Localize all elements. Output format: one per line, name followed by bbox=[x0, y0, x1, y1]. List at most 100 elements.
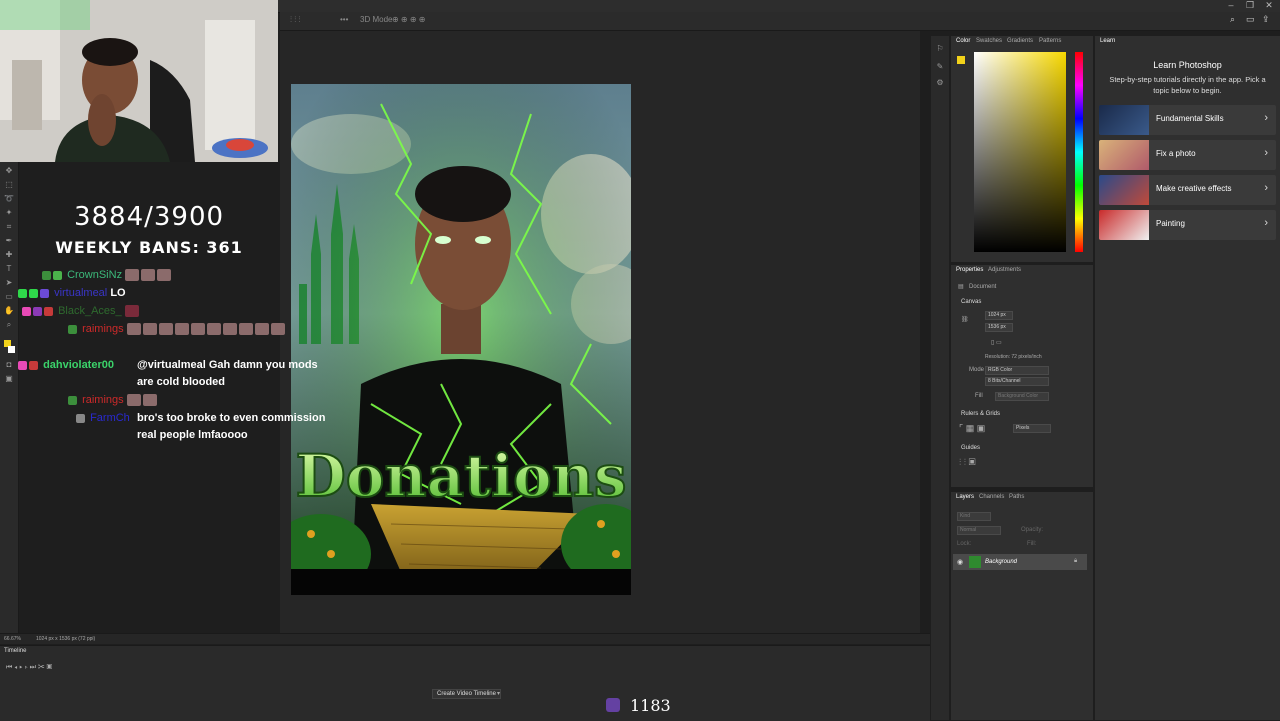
shape-tool-icon[interactable]: ▭ bbox=[4, 292, 14, 302]
viewer-count-number: 1183 bbox=[630, 696, 671, 715]
tab-layers[interactable]: Layers bbox=[956, 494, 974, 500]
learn-panel: Learn Learn Photoshop Step-by-step tutor… bbox=[1095, 36, 1280, 720]
chat-username[interactable]: Black_Aces_ bbox=[58, 305, 122, 317]
learn-subtitle: Step-by-step tutorials directly in the a… bbox=[1109, 75, 1266, 95]
tab-color[interactable]: Color bbox=[956, 38, 970, 44]
background-color-swatch[interactable] bbox=[8, 346, 15, 353]
guides-icon[interactable]: ⫶ ⫶ ▣ bbox=[959, 457, 976, 468]
restore-icon[interactable]: ❐ bbox=[1245, 0, 1255, 10]
chat-message: CrownSiNz bbox=[42, 267, 362, 284]
chevron-down-icon[interactable]: ▾ bbox=[497, 690, 500, 697]
tab-adjustments[interactable]: Adjustments bbox=[988, 267, 1021, 273]
path-select-tool-icon[interactable]: ➤ bbox=[4, 278, 14, 288]
learn-title: Learn Photoshop bbox=[1153, 60, 1222, 70]
quick-select-tool-icon[interactable]: ✦ bbox=[4, 208, 14, 218]
tab-gradients[interactable]: Gradients bbox=[1007, 38, 1033, 44]
blend-mode-select[interactable]: Normal bbox=[957, 526, 1001, 535]
fill-select[interactable]: Background Color bbox=[995, 392, 1049, 401]
learn-item-painting[interactable]: Painting › bbox=[1099, 210, 1276, 240]
layer-thumbnail bbox=[969, 556, 981, 568]
chat-username[interactable]: virtualmeal bbox=[54, 287, 107, 299]
timeline-panel: Timeline ⏮ ◂ ▸ ▹ ⏭ ✂ ▣ Create Video Time… bbox=[0, 645, 930, 721]
weekly-bans-counter: WEEKLY BANS: 361 bbox=[55, 238, 243, 257]
learn-thumb bbox=[1099, 175, 1149, 205]
type-tool-icon[interactable]: T bbox=[4, 264, 14, 274]
options-bar: ⫶ ⫶ ⫶ ••• 3D Mode ⊕ ⊕ ⊕ ⊕ ⌕ ▭ ⇪ bbox=[280, 12, 1280, 31]
learn-item-label: Make creative effects bbox=[1156, 184, 1232, 193]
height-field[interactable]: 1536 px bbox=[985, 323, 1013, 332]
gift-badge-icon bbox=[44, 306, 53, 316]
workspace-icon[interactable]: ▭ bbox=[1246, 14, 1255, 25]
tab-timeline[interactable]: Timeline bbox=[4, 648, 26, 654]
document-info[interactable]: 1024 px x 1536 px (72 ppi) bbox=[36, 636, 95, 642]
rulers-grids-label[interactable]: Rulers & Grids bbox=[961, 411, 1000, 417]
eyedropper-tool-icon[interactable]: ✒ bbox=[4, 236, 14, 246]
emote-icon bbox=[174, 323, 189, 336]
document-label: Document bbox=[969, 284, 997, 290]
chat-message: dahviolater00 @virtualmeal Gah damn you … bbox=[18, 357, 338, 388]
marquee-tool-icon[interactable]: ⬚ bbox=[4, 180, 14, 190]
tab-learn[interactable]: Learn bbox=[1100, 38, 1115, 44]
tab-swatches[interactable]: Swatches bbox=[976, 38, 1002, 44]
mode-select[interactable]: RGB Color bbox=[985, 366, 1049, 375]
emote-icon bbox=[222, 323, 237, 336]
canvas-section-label[interactable]: Canvas bbox=[961, 299, 981, 305]
history-icon[interactable]: ⚐ bbox=[935, 44, 945, 54]
opacity-label: Opacity: bbox=[1021, 527, 1044, 533]
color-picker-field[interactable] bbox=[974, 52, 1066, 252]
emote-icon bbox=[142, 323, 157, 336]
tab-paths[interactable]: Paths bbox=[1009, 494, 1024, 500]
foreground-color-chip[interactable] bbox=[957, 56, 965, 64]
3d-tools-icon[interactable]: ⊕ ⊕ ⊕ ⊕ bbox=[392, 15, 425, 24]
move-tool-icon[interactable]: ✥ bbox=[4, 166, 14, 176]
zoom-level[interactable]: 66.67% bbox=[4, 636, 21, 642]
document-canvas[interactable]: Donations bbox=[291, 84, 631, 595]
close-icon[interactable]: ✕ bbox=[1264, 0, 1274, 10]
layer-row-background[interactable]: ◉ Background 🔒︎ bbox=[953, 554, 1087, 570]
share-icon[interactable]: ⇪ bbox=[1262, 14, 1270, 25]
tab-channels[interactable]: Channels bbox=[979, 494, 1004, 500]
quick-mask-icon[interactable]: ◘ bbox=[4, 360, 14, 370]
units-select[interactable]: Pixels bbox=[1013, 424, 1051, 433]
learn-item-fundamental-skills[interactable]: Fundamental Skills › bbox=[1099, 105, 1276, 135]
width-field[interactable]: 1024 px bbox=[985, 311, 1013, 320]
hue-slider[interactable] bbox=[1075, 52, 1083, 252]
zoom-tool-icon[interactable]: ⌕ bbox=[4, 320, 14, 330]
emote-icon bbox=[141, 269, 156, 282]
eye-icon[interactable]: ◉ bbox=[957, 558, 963, 566]
learn-item-creative-effects[interactable]: Make creative effects › bbox=[1099, 175, 1276, 205]
tab-patterns[interactable]: Patterns bbox=[1039, 38, 1061, 44]
chat-username[interactable]: raimings bbox=[82, 323, 124, 335]
hand-tool-icon[interactable]: ✋ bbox=[4, 306, 14, 316]
ruler-icon[interactable]: ⌜ ▦ ▣ bbox=[959, 423, 985, 434]
properties-icon[interactable]: ⚙ bbox=[935, 78, 945, 88]
chat-username[interactable]: dahviolater00 bbox=[43, 359, 114, 371]
mod-badge-icon bbox=[18, 288, 27, 298]
guides-label[interactable]: Guides bbox=[961, 445, 980, 451]
minimize-icon[interactable]: – bbox=[1226, 0, 1236, 10]
brush-settings-icon[interactable]: ✎ bbox=[935, 62, 945, 72]
orientation-icon[interactable]: ▯ ▭ bbox=[991, 339, 1002, 346]
chat-username[interactable]: raimings bbox=[82, 394, 124, 406]
search-icon[interactable]: ⌕ bbox=[1230, 14, 1235, 25]
lock-label: Lock: bbox=[957, 541, 972, 547]
document-icon: ▤ bbox=[958, 284, 964, 290]
chat-username[interactable]: CrownSiNz bbox=[67, 269, 122, 281]
align-icon[interactable]: ⫶ ⫶ ⫶ bbox=[290, 15, 300, 25]
healing-tool-icon[interactable]: ✚ bbox=[4, 250, 14, 260]
crop-tool-icon[interactable]: ⌗ bbox=[4, 222, 14, 232]
more-icon[interactable]: ••• bbox=[340, 15, 348, 24]
lasso-tool-icon[interactable]: ➰ bbox=[4, 194, 14, 204]
tab-properties[interactable]: Properties bbox=[956, 267, 983, 273]
chat-username[interactable]: FarmCh bbox=[90, 412, 130, 424]
panel-dock-strip: ⚐ ✎ ⚙ bbox=[931, 36, 949, 720]
layer-name[interactable]: Background bbox=[985, 559, 1017, 565]
create-video-timeline-button[interactable]: Create Video Timeline bbox=[432, 689, 501, 699]
screen-mode-icon[interactable]: ▣ bbox=[4, 374, 14, 384]
lock-icon[interactable]: 🔒︎ bbox=[1074, 558, 1077, 565]
learn-item-fix-photo[interactable]: Fix a photo › bbox=[1099, 140, 1276, 170]
layer-kind-filter[interactable]: Kind bbox=[957, 512, 991, 521]
bits-select[interactable]: 8 Bits/Channel bbox=[985, 377, 1049, 386]
link-icon[interactable]: ⛓ bbox=[961, 316, 969, 323]
playback-controls-icon[interactable]: ⏮ ◂ ▸ ▹ ⏭ ✂ ▣ bbox=[6, 664, 52, 672]
